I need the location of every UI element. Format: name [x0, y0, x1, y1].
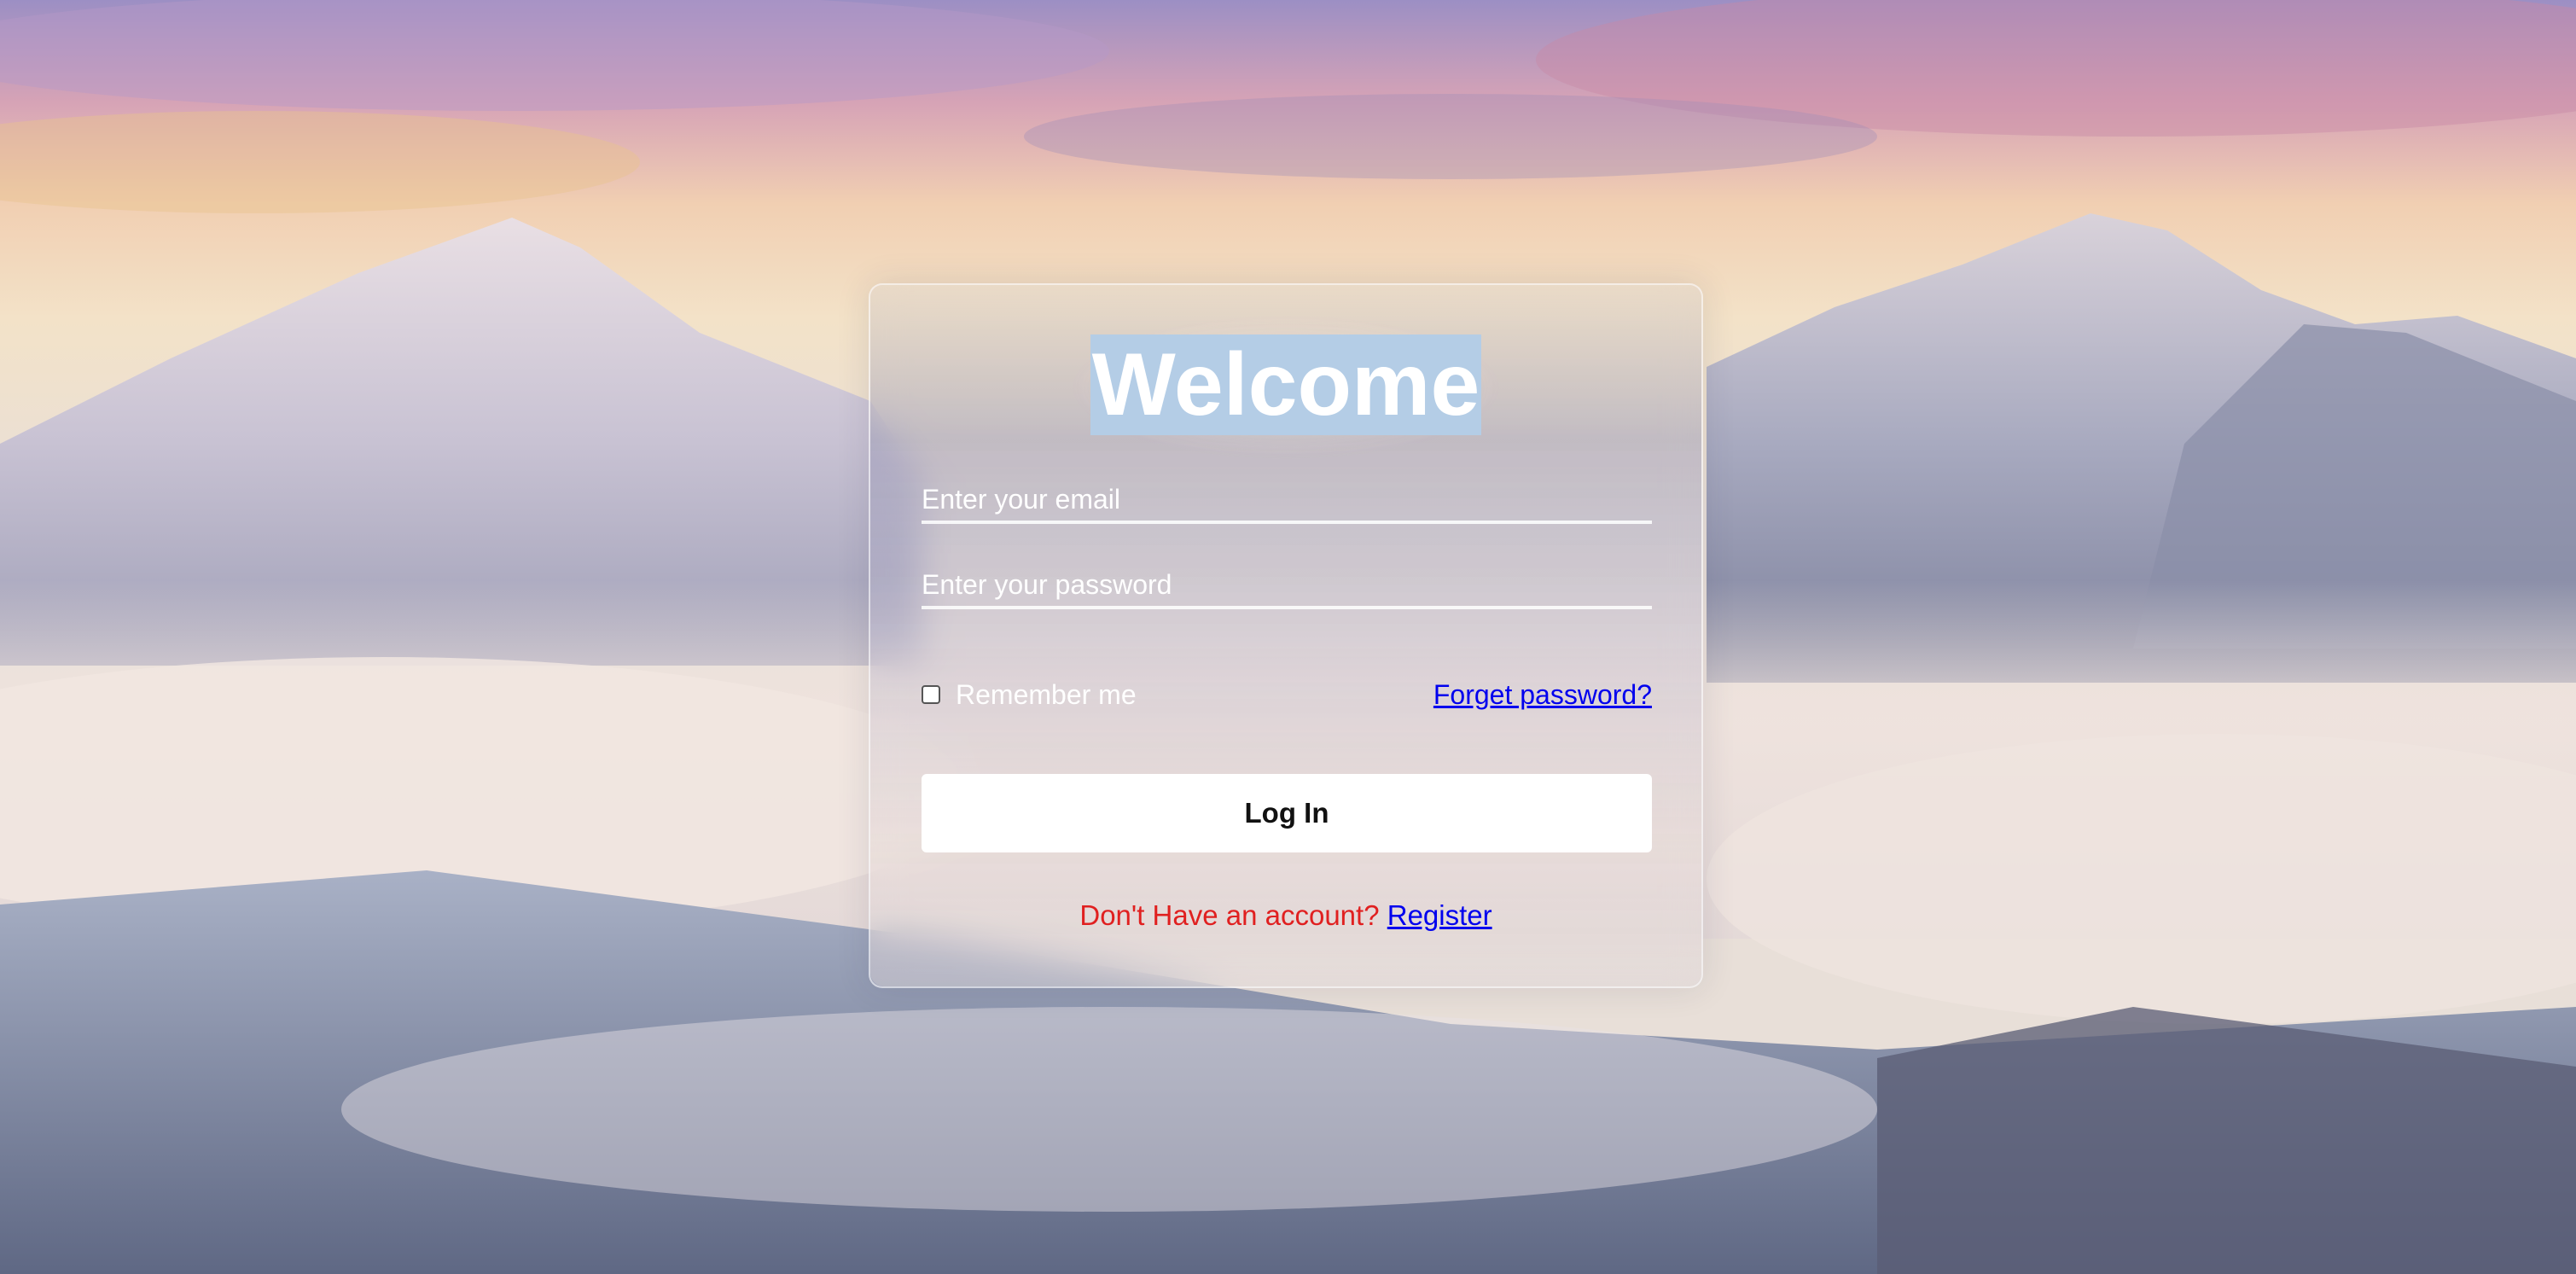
login-card: Welcome Remember me Forget password? Log… [869, 283, 1703, 988]
card-glass-overlay [870, 285, 1701, 986]
title-container: Welcome [870, 334, 1701, 435]
login-button[interactable]: Log In [922, 774, 1652, 852]
register-prompt: Don't Have an account? [1079, 899, 1380, 931]
email-field[interactable] [922, 478, 1652, 521]
remember-me: Remember me [922, 673, 1137, 716]
forgot-password-link[interactable]: Forget password? [1433, 673, 1652, 716]
remember-me-checkbox[interactable] [922, 685, 940, 704]
remember-me-label[interactable]: Remember me [956, 679, 1137, 711]
register-link[interactable]: Register [1387, 899, 1492, 931]
register-row: Don't Have an account? Register [870, 899, 1701, 932]
password-field-container [922, 563, 1652, 609]
options-row: Remember me Forget password? [922, 673, 1652, 716]
password-field[interactable] [922, 563, 1652, 606]
page-title: Welcome [1090, 334, 1482, 435]
email-field-container [922, 478, 1652, 524]
